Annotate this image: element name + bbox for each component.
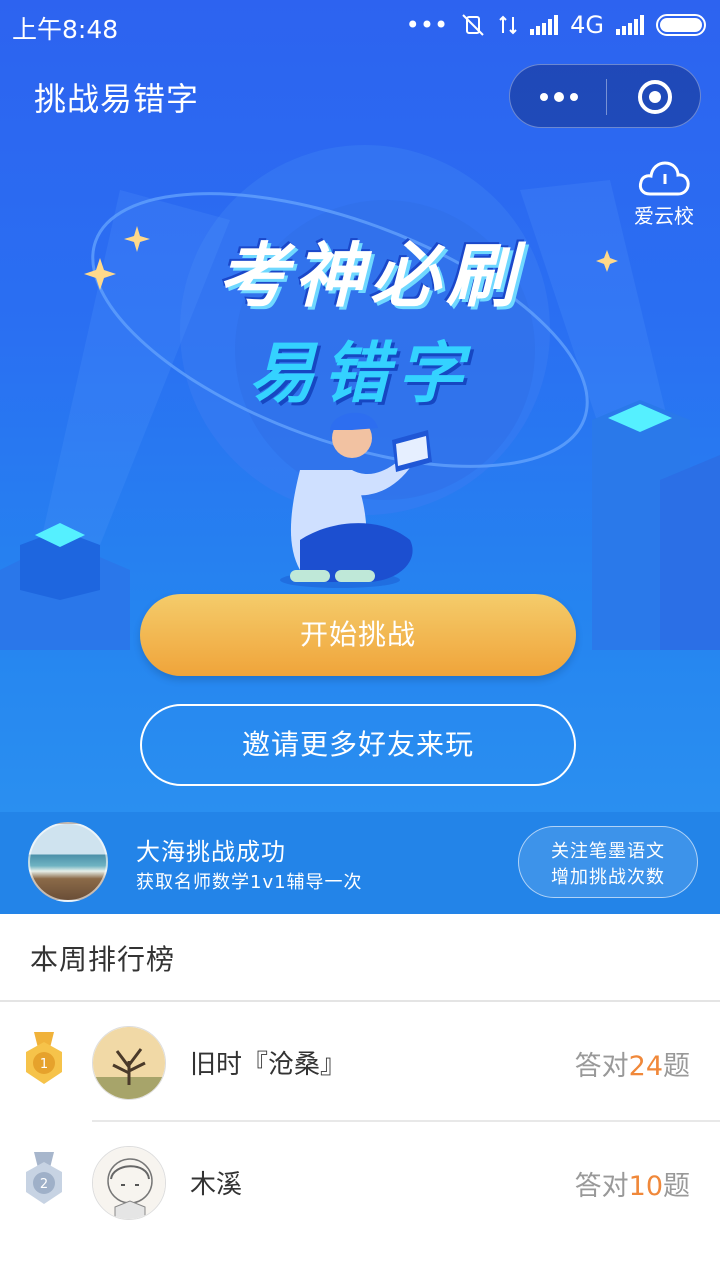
miniprogram-capsule: [509, 64, 701, 128]
avatar: [92, 1146, 166, 1220]
banner-title: 大海挑战成功: [136, 838, 286, 866]
status-icons: ••• 4G: [406, 10, 706, 40]
score-text: 答对24题: [575, 1044, 690, 1083]
brand-name: 爱云校: [634, 204, 694, 228]
hero-section: 上午8:48 ••• 4G 挑战易错字 爱云校 考神必刷 易错字 开始挑战 邀请…: [0, 0, 720, 812]
cloud-logo-icon: [638, 161, 690, 196]
score-number: 10: [628, 1171, 663, 1202]
medal-rank-number: 2: [40, 1177, 48, 1192]
success-banner: 大海挑战成功 获取名师数学1v1辅导一次 关注笔墨语文 增加挑战次数: [0, 812, 720, 914]
score-suffix: 题: [663, 1171, 690, 1202]
follow-button[interactable]: 关注笔墨语文 增加挑战次数: [518, 826, 698, 898]
score-prefix: 答对: [574, 1051, 629, 1082]
anime-girl-avatar-image: [93, 1147, 165, 1219]
ranking-row[interactable]: 1 旧时『沧桑』 答对24题: [0, 1002, 720, 1122]
score-suffix: 题: [663, 1051, 690, 1082]
signal-icon: [530, 15, 559, 35]
user-name: 木溪: [190, 1170, 243, 1200]
hero-headline: 考神必刷: [218, 235, 522, 317]
avatar: [28, 822, 108, 902]
more-menu-icon[interactable]: [538, 87, 578, 107]
user-name: 旧时『沧桑』: [190, 1050, 347, 1080]
more-dots-icon: •••: [405, 11, 449, 39]
ranking-row[interactable]: 2 木溪 答对10题: [0, 1122, 720, 1242]
avatar: [92, 1026, 166, 1100]
page-title: 挑战易错字: [34, 80, 200, 118]
signal-icon-2: [616, 15, 644, 35]
banner-subtitle: 获取名师数学1v1辅导一次: [136, 872, 363, 893]
start-challenge-button[interactable]: 开始挑战: [140, 594, 576, 676]
follow-button-line2: 增加挑战次数: [551, 867, 665, 888]
invite-friends-button[interactable]: 邀请更多好友来玩: [140, 704, 576, 786]
status-bar: 上午8:48 ••• 4G: [0, 0, 720, 50]
capsule-divider: [606, 79, 607, 115]
medal-rank-number: 1: [40, 1057, 48, 1072]
status-time: 上午8:48: [12, 15, 119, 44]
data-transfer-icon: [499, 15, 517, 35]
brand-logo: 爱云校: [624, 160, 704, 229]
score-prefix: 答对: [574, 1171, 629, 1202]
silver-medal-icon: 2: [26, 1152, 62, 1204]
close-miniprogram-icon[interactable]: [638, 80, 672, 114]
vibrate-off-icon: [462, 14, 484, 36]
tree-avatar-image: [93, 1027, 165, 1099]
follow-button-line1: 关注笔墨语文: [551, 841, 665, 862]
ranking-header: 本周排行榜: [0, 914, 720, 1002]
battery-icon: [656, 14, 706, 36]
hero-subheadline: 易错字: [249, 335, 471, 412]
ranking-title: 本周排行榜: [30, 943, 176, 976]
gold-medal-icon: 1: [26, 1032, 62, 1084]
score-text: 答对10题: [575, 1164, 690, 1203]
score-number: 24: [628, 1051, 663, 1082]
network-label: 4G: [570, 11, 604, 39]
